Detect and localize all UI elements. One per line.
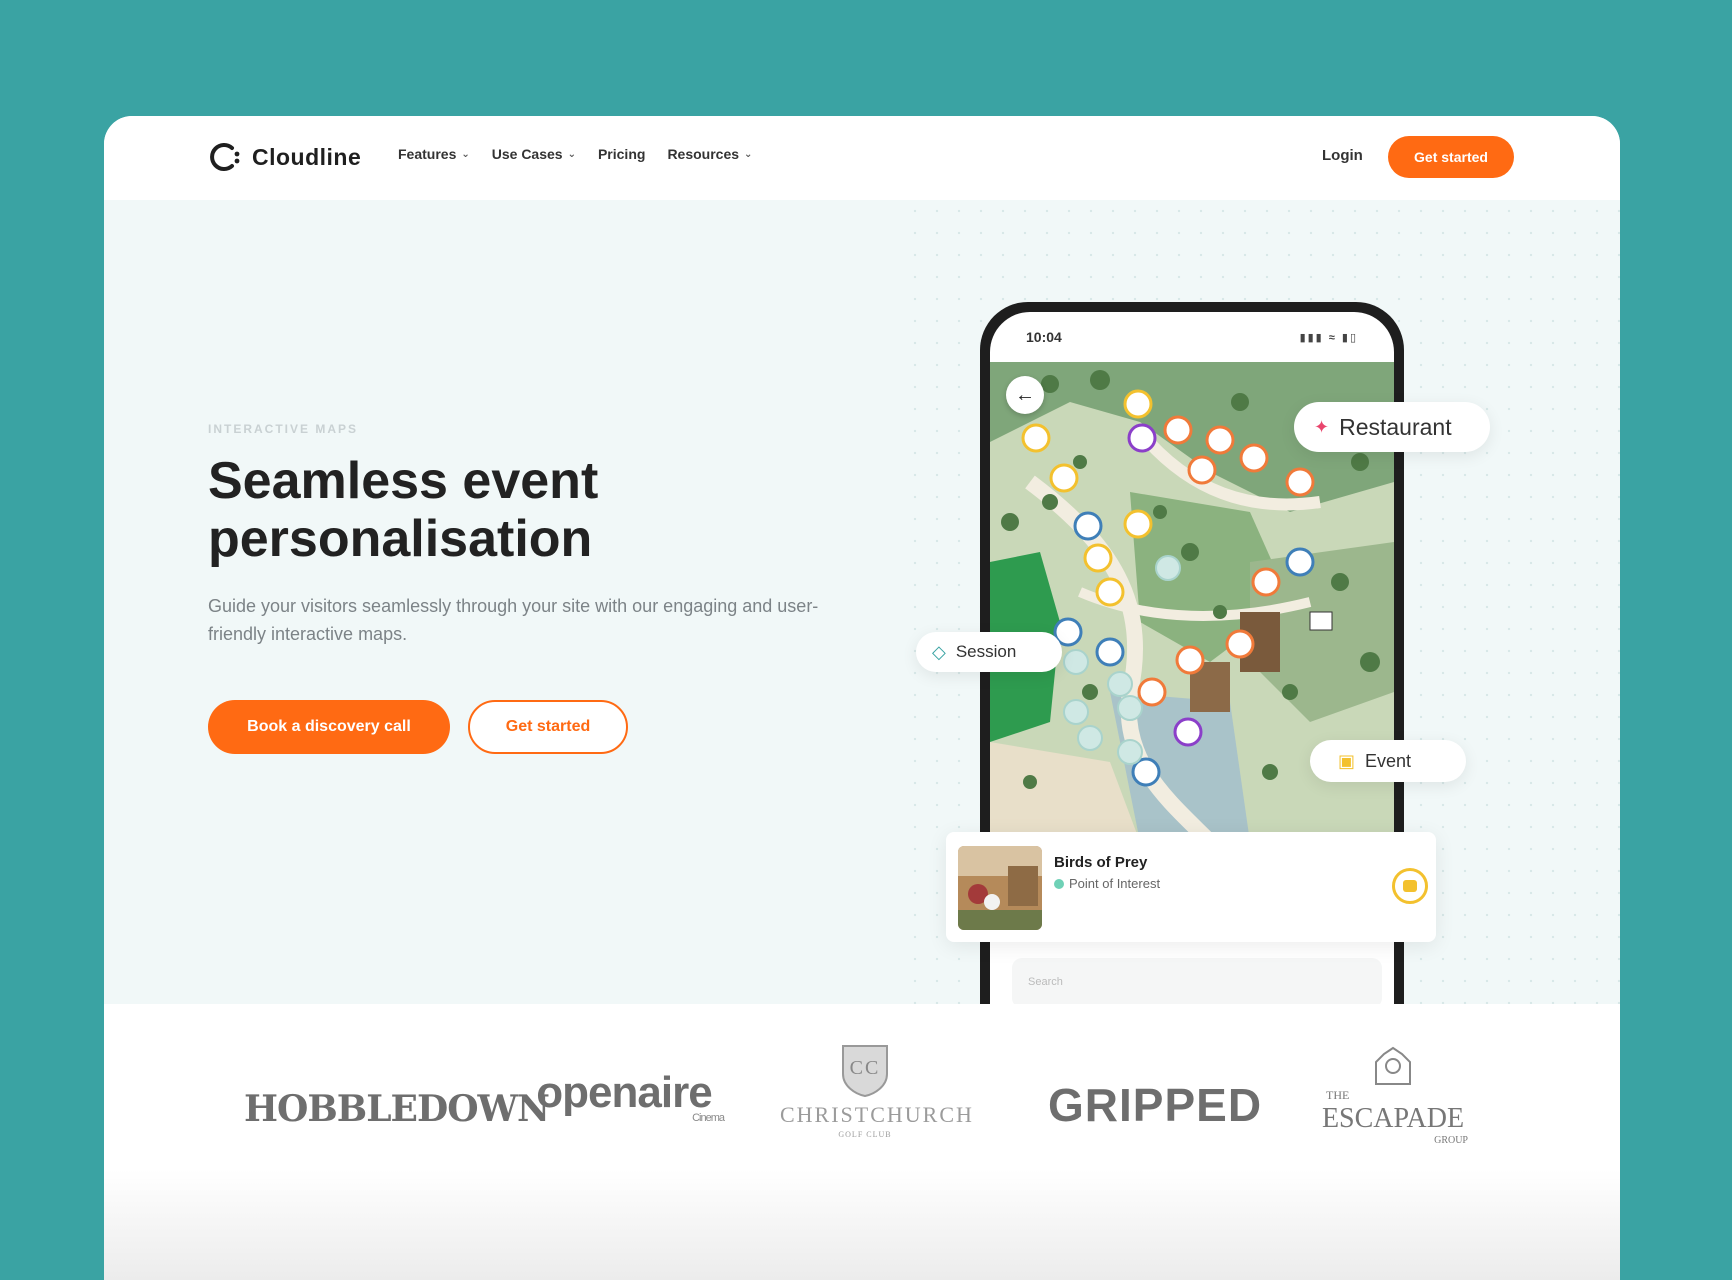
poi-thumbnail [958, 846, 1042, 930]
phone-status-bar: 10:04 ▮▮▮ ≈ ▮▯ [990, 312, 1394, 362]
chevron-down-icon: ⌄ [461, 148, 470, 160]
cloudline-logo-icon [210, 143, 240, 171]
poi-pin-icon [1392, 868, 1428, 904]
escapade-logo: THE ESCAPADE GROUP [1318, 1044, 1468, 1146]
christchurch-text: CHRISTCHURCH [780, 1102, 974, 1127]
chevron-down-icon: ⌄ [744, 148, 753, 160]
calendar-icon: ▣ [1338, 750, 1356, 771]
poi-title: Birds of Prey [1054, 854, 1148, 871]
top-navbar: Cloudline Features ⌄ Use Cases ⌄ Pricing… [104, 116, 1620, 200]
menu-item-pricing[interactable]: Pricing [598, 146, 645, 162]
christchurch-subtext: GOLF CLUB [838, 1130, 892, 1139]
restaurant-label: Restaurant [1339, 413, 1452, 440]
session-callout: ◇ Session [916, 632, 1062, 672]
openaire-logo: openaire Cinema [524, 1068, 725, 1124]
escapade-the-text: THE [1326, 1088, 1350, 1102]
poi-category-label: Point of Interest [1069, 876, 1161, 891]
browser-frame: Cloudline Features ⌄ Use Cases ⌄ Pricing… [104, 116, 1620, 1280]
restaurant-icon: ✦ [1314, 416, 1330, 437]
gripped-logo: GRIPPED [1048, 1079, 1263, 1131]
hero-headline: Seamless event personalisation [208, 452, 599, 568]
phone-time: 10:04 [1026, 329, 1062, 345]
brand-name: Cloudline [252, 143, 362, 170]
session-label: Session [955, 642, 1017, 661]
golf-crest-icon: CC [842, 1045, 888, 1098]
menu-item-use-cases[interactable]: Use Cases ⌄ [492, 146, 576, 162]
event-callout: ▣ Event [1310, 740, 1466, 782]
tag-icon: ◇ [932, 641, 946, 662]
hero-subtext: Guide your visitors seamlessly through y… [208, 596, 819, 644]
escapade-crest-icon [1375, 1046, 1411, 1085]
event-label: Event [1365, 750, 1412, 771]
restaurant-callout: ✦ Restaurant [1294, 402, 1490, 452]
menu-item-resources[interactable]: Resources ⌄ [667, 146, 752, 162]
escapade-text: ESCAPADE [1321, 1103, 1465, 1134]
christchurch-logo: CC CHRISTCHURCH GOLF CLUB [780, 1040, 972, 1139]
hobbledown-logo: HOBBLEDOWN [244, 1088, 550, 1130]
book-discovery-call-button[interactable]: Book a discovery call [208, 700, 450, 754]
chevron-down-icon: ⌄ [567, 148, 576, 160]
main-menu: Features ⌄ Use Cases ⌄ Pricing Resources… [398, 146, 752, 162]
brand-logo[interactable]: Cloudline [208, 140, 361, 174]
menu-label: Use Cases [491, 146, 563, 162]
signal-wifi-battery-icon: ▮▮▮ ≈ ▮▯ [1299, 331, 1358, 344]
map-search-input[interactable]: Search [1012, 958, 1382, 1008]
poi-card[interactable]: Birds of Prey Point of Interest [946, 832, 1436, 942]
menu-label: Resources [667, 146, 740, 162]
poi-category-dot-icon [1054, 878, 1064, 889]
login-link[interactable]: Login [1322, 147, 1363, 164]
openaire-text: openaire [536, 1068, 712, 1117]
menu-label: Pricing [597, 146, 646, 162]
escapade-subtext: GROUP [1434, 1135, 1468, 1146]
hero-get-started-button[interactable]: Get started [468, 700, 628, 754]
hero-eyebrow: INTERACTIVE MAPS [208, 422, 359, 436]
nav-get-started-button[interactable]: Get started [1388, 136, 1514, 178]
poi-category: Point of Interest [1054, 876, 1160, 891]
svg-text:CC: CC [850, 1057, 881, 1079]
customer-logos: HOBBLEDOWN openaire Cinema CC CHRISTCHUR… [104, 1004, 1620, 1280]
menu-label: Features [398, 146, 457, 162]
back-arrow-icon[interactable]: ← [1006, 376, 1044, 414]
menu-item-features[interactable]: Features ⌄ [398, 146, 470, 162]
